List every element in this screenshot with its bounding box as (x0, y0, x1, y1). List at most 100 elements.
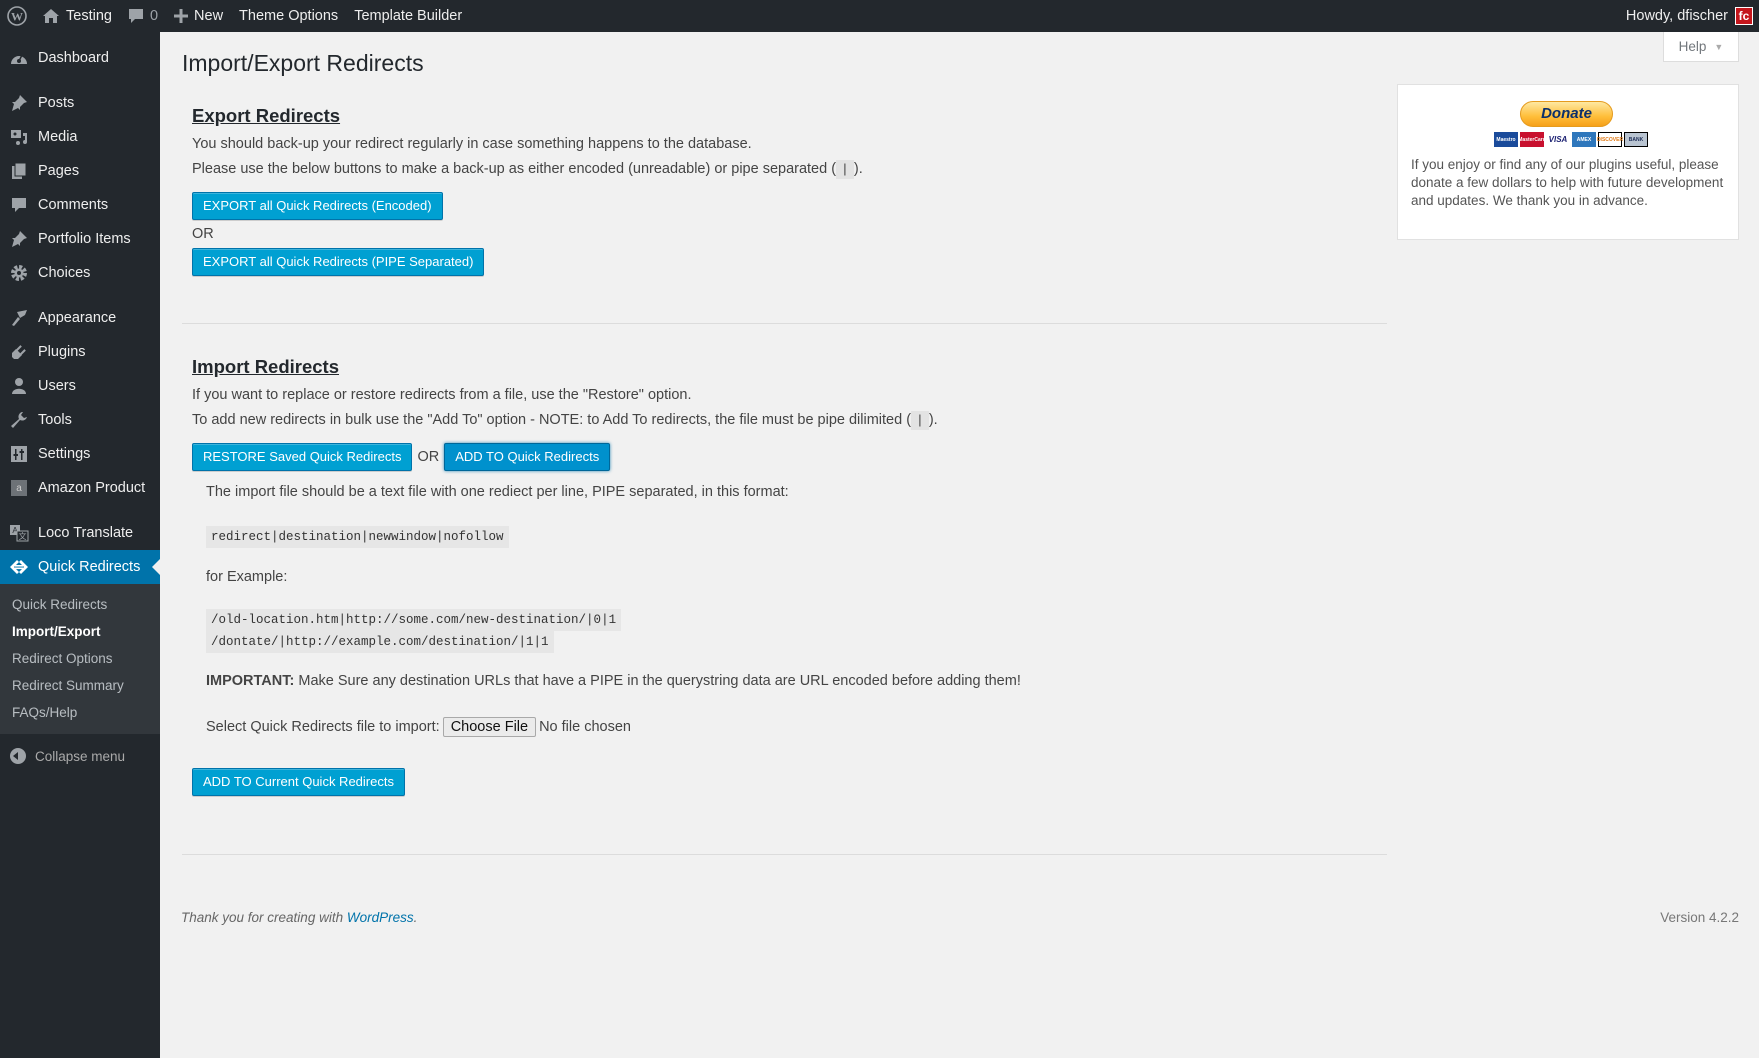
sidebar-item-label: Media (38, 129, 78, 145)
section-divider (182, 323, 1387, 324)
collapse-menu-label: Collapse menu (35, 748, 126, 764)
example-line: /dontate/|http://example.com/destination… (206, 631, 554, 653)
amex-card-icon: AMEX (1572, 132, 1596, 147)
media-icon (9, 127, 29, 147)
page-title: Import/Export Redirects (182, 50, 424, 76)
svg-text:W: W (11, 10, 23, 24)
pages-icon (9, 161, 29, 181)
export-encoded-button[interactable]: EXPORT all Quick Redirects (Encoded) (192, 192, 443, 220)
comment-icon (128, 8, 144, 24)
amazon-icon: a (9, 478, 29, 498)
sidebar-item-appearance[interactable]: Appearance (0, 301, 160, 335)
sidebar-item-label: Settings (38, 446, 91, 462)
export-description-1: You should back-up your redirect regular… (192, 136, 752, 152)
admin-bar: W Testing 0 New Theme Options Template B… (0, 0, 1759, 32)
import-description-1: If you want to replace or restore redire… (192, 387, 692, 403)
sidebar-item-label: Appearance (38, 310, 117, 326)
theme-options-link[interactable]: Theme Options (231, 0, 346, 32)
donate-box: Donate Maestro MasterCard VISA AMEX DISC… (1397, 84, 1739, 240)
add-to-current-button[interactable]: ADD TO Current Quick Redirects (192, 768, 405, 796)
sidebar-item-users[interactable]: Users (0, 369, 160, 403)
main-content: Help ▼ Import/Export Redirects Export Re… (160, 32, 1759, 1058)
submenu-item-redirect-options[interactable]: Redirect Options (0, 645, 160, 672)
sidebar-item-label: Pages (38, 163, 80, 179)
sidebar-item-amazon-product[interactable]: a Amazon Product (0, 471, 160, 505)
bank-icon: BANK (1624, 132, 1648, 147)
donate-text: If you enjoy or find any of our plugins … (1411, 157, 1724, 208)
visa-card-icon: VISA (1546, 132, 1570, 147)
donate-button[interactable]: Donate (1520, 101, 1613, 127)
pushpin-icon (9, 93, 29, 113)
plus-icon (174, 9, 189, 23)
important-note: IMPORTANT: Make Sure any destination URL… (206, 673, 1021, 689)
sidebar-item-pages[interactable]: Pages (0, 154, 160, 188)
new-label: New (194, 8, 224, 24)
sidebar-item-tools[interactable]: Tools (0, 403, 160, 437)
new-content-link[interactable]: New (166, 0, 231, 32)
home-icon (42, 8, 60, 24)
sidebar-item-comments[interactable]: Comments (0, 188, 160, 222)
redirect-icon (9, 557, 29, 577)
comments-link[interactable]: 0 (120, 0, 166, 32)
sidebar-item-label: Tools (38, 412, 72, 428)
sidebar-item-media[interactable]: Media (0, 120, 160, 154)
sidebar-item-settings[interactable]: Settings (0, 437, 160, 471)
sidebar-item-dashboard[interactable]: Dashboard (0, 41, 160, 75)
pushpin-icon (9, 229, 29, 249)
help-label: Help (1678, 39, 1707, 54)
or-label: OR (192, 226, 214, 242)
file-input-label: Select Quick Redirects file to import: (206, 719, 440, 735)
footer-thanks: Thank you for creating with WordPress. (181, 910, 418, 925)
import-section: Import Redirects If you want to replace … (192, 356, 1392, 471)
discover-card-icon: DISCOVER (1597, 132, 1623, 147)
choose-file-button[interactable]: Choose File (442, 717, 537, 737)
site-name: Testing (66, 8, 112, 24)
format-code: redirect|destination|newwindow|nofollow (206, 526, 509, 548)
sidebar-item-label: Portfolio Items (38, 231, 131, 247)
comments-count: 0 (149, 8, 159, 24)
comment-icon (9, 195, 29, 215)
sidebar-item-loco-translate[interactable]: A文 Loco Translate (0, 516, 160, 550)
sidebar-item-label: Plugins (38, 344, 86, 360)
section-divider (182, 854, 1387, 855)
file-input-row: Select Quick Redirects file to import: C… (206, 717, 631, 737)
add-to-button[interactable]: ADD TO Quick Redirects (444, 443, 611, 471)
sidebar-item-label: Loco Translate (38, 525, 134, 541)
export-section: Export Redirects You should back-up your… (192, 105, 1392, 276)
submenu-item-redirect-summary[interactable]: Redirect Summary (0, 672, 160, 699)
sidebar-item-posts[interactable]: Posts (0, 86, 160, 120)
sidebar-item-label: Users (38, 378, 76, 394)
file-status: No file chosen (539, 719, 631, 735)
wordpress-logo-icon: W (7, 6, 27, 26)
import-description-2: To add new redirects in bulk use the "Ad… (192, 411, 938, 430)
template-builder-link[interactable]: Template Builder (346, 0, 470, 32)
wordpress-link[interactable]: WordPress (347, 910, 414, 925)
paintbrush-icon (9, 308, 29, 328)
sidebar-item-plugins[interactable]: Plugins (0, 335, 160, 369)
site-name-link[interactable]: Testing (34, 0, 120, 32)
avatar: fc (1735, 7, 1753, 25)
gear-icon (9, 263, 29, 283)
help-tab-button[interactable]: Help ▼ (1663, 32, 1739, 62)
mastercard-icon: MasterCard (1518, 132, 1546, 147)
submenu-item-import-export[interactable]: Import/Export (0, 618, 160, 645)
plug-icon (9, 342, 29, 362)
howdy-text: Howdy, dfischer (1625, 8, 1728, 24)
collapse-menu-button[interactable]: Collapse menu (0, 738, 160, 774)
wordpress-logo-button[interactable]: W (0, 0, 34, 32)
submenu-item-faqs-help[interactable]: FAQs/Help (0, 699, 160, 726)
submenu-item-quick-redirects[interactable]: Quick Redirects (0, 591, 160, 618)
sliders-icon (9, 444, 29, 464)
sidebar-item-label: Dashboard (38, 50, 109, 66)
my-account-link[interactable]: Howdy, dfischer fc (1618, 0, 1759, 32)
export-pipe-button[interactable]: EXPORT all Quick Redirects (PIPE Separat… (192, 248, 485, 276)
caret-down-icon: ▼ (1714, 41, 1724, 52)
sidebar-item-portfolio-items[interactable]: Portfolio Items (0, 222, 160, 256)
collapse-arrow-icon (10, 748, 26, 764)
translate-icon: A文 (9, 523, 29, 543)
sidebar-item-choices[interactable]: Choices (0, 256, 160, 290)
wrench-icon (9, 410, 29, 430)
export-heading: Export Redirects (192, 105, 341, 126)
restore-button[interactable]: RESTORE Saved Quick Redirects (192, 443, 413, 471)
sidebar-item-quick-redirects[interactable]: Quick Redirects (0, 550, 160, 584)
